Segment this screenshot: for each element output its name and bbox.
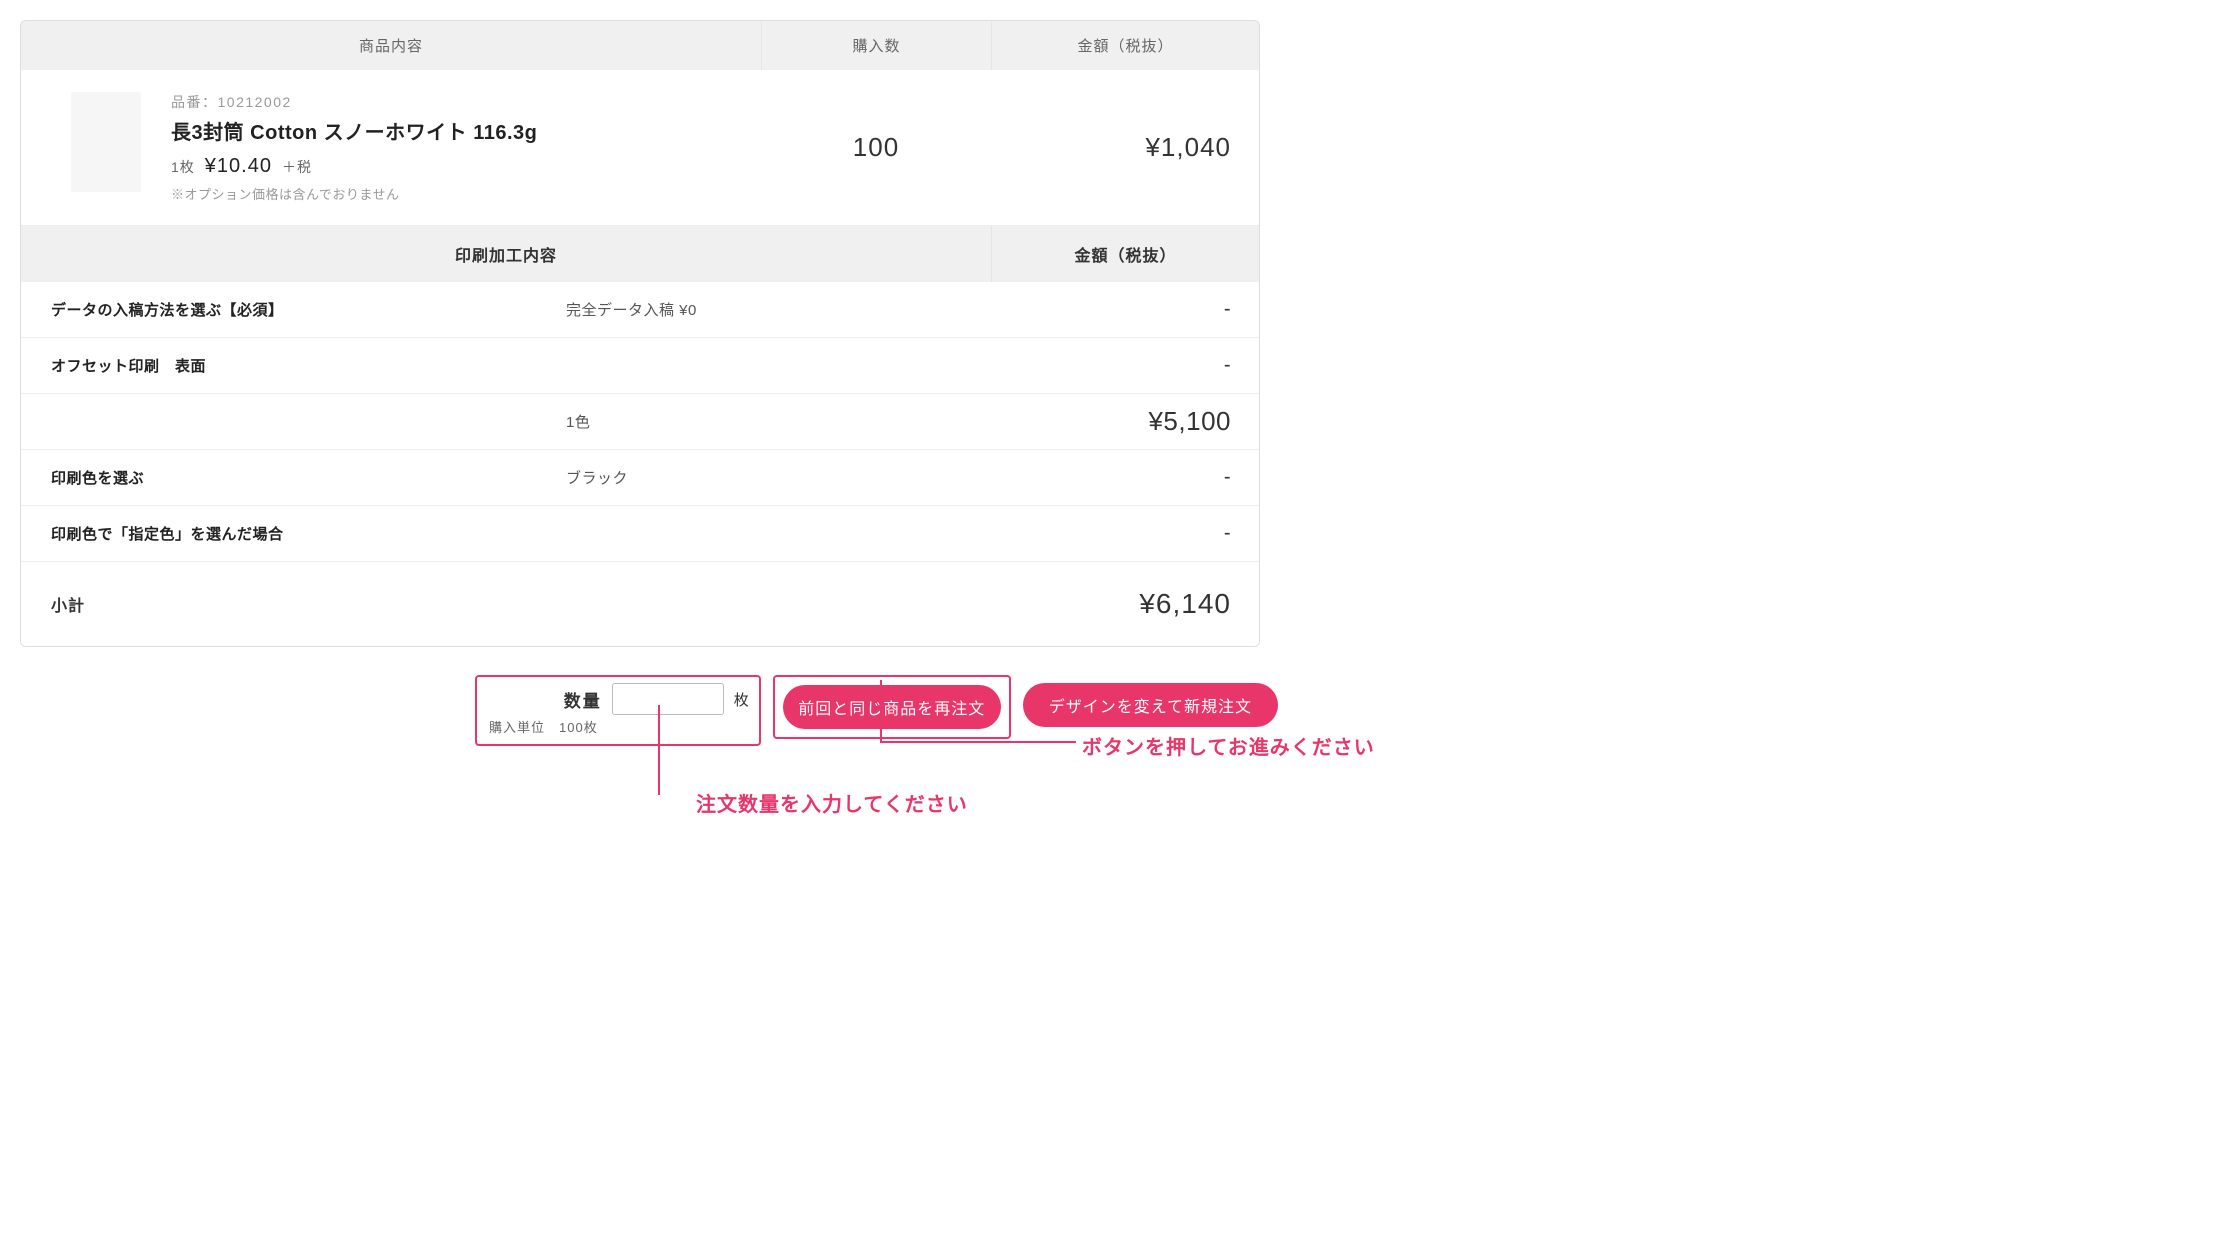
product-price: ¥1,040 — [991, 92, 1259, 203]
option-row: 印刷色を選ぶ ブラック - — [21, 450, 1259, 506]
product-name: 長3封筒 Cotton スノーホワイト 116.3g — [171, 116, 761, 145]
product-thumbnail — [71, 92, 141, 192]
header-price: 金額（税抜） — [991, 21, 1259, 70]
reorder-button[interactable]: 前回と同じ商品を再注文 — [783, 685, 1001, 729]
qty-unit-value: 100枚 — [559, 717, 598, 736]
processing-header-price: 金額（税抜） — [991, 226, 1259, 282]
option-row: 1色 ¥5,100 — [21, 394, 1259, 450]
quantity-box: 数量 枚 購入単位 100枚 — [475, 675, 761, 746]
option-label: データの入稿方法を選ぶ【必須】 — [21, 299, 566, 320]
unit-label: 1枚 — [171, 157, 195, 177]
option-label: オフセット印刷 表面 — [21, 355, 566, 376]
qty-unit-label: 購入単位 — [489, 717, 545, 736]
callout-text: 注文数量を入力してください — [696, 788, 968, 817]
option-price: - — [991, 354, 1259, 377]
product-table-header: 商品内容 購入数 金額（税抜） — [21, 21, 1259, 70]
reorder-box: 前回と同じ商品を再注文 — [773, 675, 1011, 739]
qty-bottom-row: 購入単位 100枚 — [487, 717, 749, 736]
callout-line — [880, 741, 1076, 743]
product-info-cell: 品番：10212002 長3封筒 Cotton スノーホワイト 116.3g 1… — [21, 92, 761, 203]
subtotal-label: 小計 — [21, 592, 991, 616]
processing-header-desc: 印刷加工内容 — [21, 226, 991, 282]
option-price: - — [991, 298, 1259, 321]
option-label: 印刷色で「指定色」を選んだ場合 — [21, 523, 566, 544]
product-row: 品番：10212002 長3封筒 Cotton スノーホワイト 116.3g 1… — [21, 70, 1259, 226]
processing-header: 印刷加工内容 金額（税抜） — [21, 226, 1259, 282]
option-value: 1色 — [566, 411, 991, 432]
product-info: 品番：10212002 長3封筒 Cotton スノーホワイト 116.3g 1… — [171, 92, 761, 203]
option-row: データの入稿方法を選ぶ【必須】 完全データ入稿 ¥0 - — [21, 282, 1259, 338]
callout-text: ボタンを押してお進みください — [1082, 731, 1375, 760]
unit-tax: ＋税 — [282, 157, 312, 177]
option-value: ブラック — [566, 467, 991, 488]
qty-top-row: 数量 枚 — [487, 683, 749, 715]
product-note: ※オプション価格は含んでおりません — [171, 184, 761, 203]
qty-suffix: 枚 — [734, 689, 749, 710]
product-qty: 100 — [761, 92, 991, 203]
product-sku: 品番：10212002 — [171, 92, 761, 112]
option-row: 印刷色で「指定色」を選んだ場合 - — [21, 506, 1259, 562]
subtotal-row: 小計 ¥6,140 — [21, 562, 1259, 646]
option-price: - — [991, 522, 1259, 545]
subtotal-value: ¥6,140 — [991, 588, 1259, 620]
header-product: 商品内容 — [21, 21, 761, 70]
product-unit-line: 1枚 ¥10.40 ＋税 — [171, 155, 761, 178]
order-table: 商品内容 購入数 金額（税抜） 品番：10212002 長3封筒 Cotton … — [20, 20, 1260, 647]
header-qty: 購入数 — [761, 21, 991, 70]
option-price: ¥5,100 — [991, 406, 1259, 437]
option-label: 印刷色を選ぶ — [21, 467, 566, 488]
unit-price: ¥10.40 — [205, 155, 272, 178]
qty-title: 数量 — [564, 687, 602, 712]
option-price: - — [991, 466, 1259, 489]
callout-line — [880, 680, 882, 742]
option-value: 完全データ入稿 ¥0 — [566, 299, 991, 320]
callout-line — [658, 705, 660, 795]
option-row: オフセット印刷 表面 - — [21, 338, 1259, 394]
quantity-input[interactable] — [612, 683, 724, 715]
new-order-button[interactable]: デザインを変えて新規注文 — [1023, 683, 1278, 727]
